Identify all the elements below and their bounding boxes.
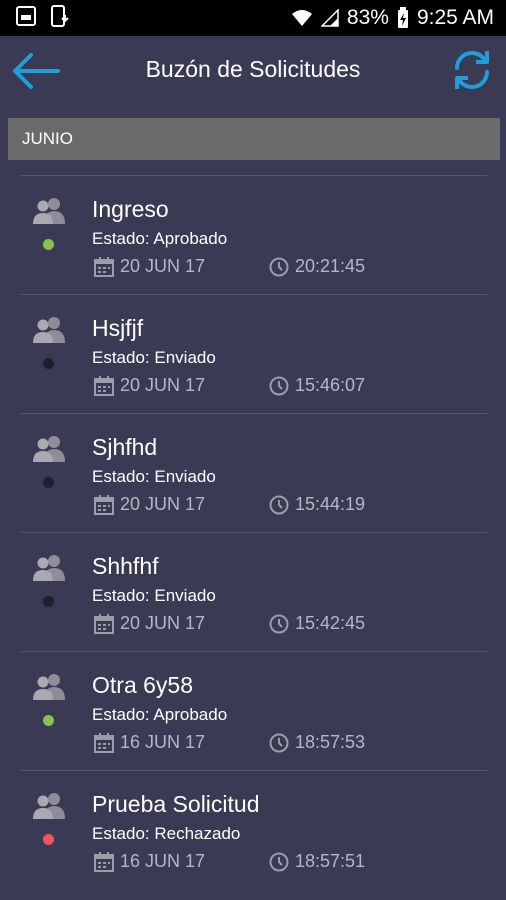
status-dot (43, 596, 54, 607)
clock-icon (269, 257, 289, 276)
status-bar: 83% 9:25 AM (0, 0, 506, 36)
request-time: 18:57:51 (269, 851, 365, 872)
status-dot (43, 477, 54, 488)
request-date-text: 16 JUN 17 (120, 732, 206, 752)
request-time: 20:21:45 (269, 256, 365, 277)
people-icon (33, 198, 65, 224)
month-section-header: JUNIO (8, 118, 500, 160)
calendar-icon (94, 613, 114, 634)
people-icon (33, 793, 65, 819)
battery-percent: 83% (346, 6, 389, 29)
refresh-icon (455, 51, 489, 89)
status-dot (43, 239, 54, 250)
request-time: 15:44:19 (269, 494, 365, 515)
request-date-text: 20 JUN 17 (120, 613, 206, 633)
phone-download-icon (50, 4, 70, 32)
request-status: Estado: Rechazado (92, 824, 241, 843)
people-icon (33, 317, 65, 343)
clock-time: 9:25 AM (416, 6, 494, 29)
request-time-text: 15:46:07 (295, 375, 366, 395)
request-title: Ingreso (92, 196, 169, 222)
app-bar: Buzón de Solicitudes (0, 36, 506, 106)
calendar-icon (94, 256, 114, 277)
page-title: Buzón de Solicitudes (145, 56, 361, 82)
request-date-text: 20 JUN 17 (120, 494, 206, 514)
battery-charging-icon (397, 7, 409, 29)
request-title: Hsjfjf (92, 315, 144, 341)
request-time: 15:42:45 (269, 613, 365, 634)
clock-icon (269, 733, 289, 752)
clock-icon (269, 376, 289, 395)
calendar-icon (94, 375, 114, 396)
request-date: 20 JUN 17 (94, 494, 205, 515)
request-date-text: 16 JUN 17 (120, 851, 206, 871)
request-date: 20 JUN 17 (94, 375, 205, 396)
calendar-icon (94, 494, 114, 515)
request-time-text: 20:21:45 (295, 256, 366, 276)
request-list-item[interactable]: Sjhfhd Estado: Enviado 20 JUN 17 15:44:1… (21, 413, 487, 532)
request-date: 20 JUN 17 (94, 256, 205, 277)
wifi-icon (291, 9, 313, 27)
request-list-item[interactable]: Hsjfjf Estado: Enviado 20 JUN 17 15:46:0… (21, 294, 487, 413)
request-date-text: 20 JUN 17 (120, 256, 206, 276)
request-time-text: 15:42:45 (295, 613, 366, 633)
people-icon (33, 436, 65, 462)
request-title: Shhfhf (92, 553, 159, 579)
request-list-item[interactable]: Prueba Solicitud Estado: Rechazado 16 JU… (21, 770, 487, 889)
request-list-item[interactable]: Otra 6y58 Estado: Aprobado 16 JUN 17 18:… (21, 651, 487, 770)
request-date-text: 20 JUN 17 (120, 375, 206, 395)
refresh-button[interactable] (450, 48, 494, 92)
people-icon (33, 555, 65, 581)
calendar-icon (94, 851, 114, 872)
request-status: Estado: Aprobado (92, 705, 228, 724)
people-icon (33, 674, 65, 700)
request-status: Estado: Aprobado (92, 229, 228, 248)
request-time: 15:46:07 (269, 375, 365, 396)
request-title: Otra 6y58 (92, 672, 193, 698)
status-dot (43, 834, 54, 845)
request-status: Estado: Enviado (92, 467, 216, 486)
request-date: 16 JUN 17 (94, 851, 205, 872)
request-list: Ingreso Estado: Aprobado 20 JUN 17 20:21… (0, 175, 506, 889)
request-status: Estado: Enviado (92, 586, 216, 605)
request-status: Estado: Enviado (92, 348, 216, 367)
clock-icon (269, 852, 289, 871)
calendar-icon (94, 732, 114, 753)
signal-icon (320, 9, 339, 27)
status-dot (43, 715, 54, 726)
request-time-text: 18:57:51 (295, 851, 366, 871)
request-time-text: 18:57:53 (295, 732, 366, 752)
request-time-text: 15:44:19 (295, 494, 366, 514)
request-list-item[interactable]: Shhfhf Estado: Enviado 20 JUN 17 15:42:4… (21, 532, 487, 651)
request-title: Prueba Solicitud (92, 791, 260, 817)
request-date: 16 JUN 17 (94, 732, 205, 753)
clock-icon (269, 614, 289, 633)
request-list-item[interactable]: Ingreso Estado: Aprobado 20 JUN 17 20:21… (21, 175, 487, 294)
request-title: Sjhfhd (92, 434, 158, 460)
clock-icon (269, 495, 289, 514)
gallery-icon (16, 5, 36, 31)
status-dot (43, 358, 54, 369)
request-date: 20 JUN 17 (94, 613, 205, 634)
request-time: 18:57:53 (269, 732, 365, 753)
